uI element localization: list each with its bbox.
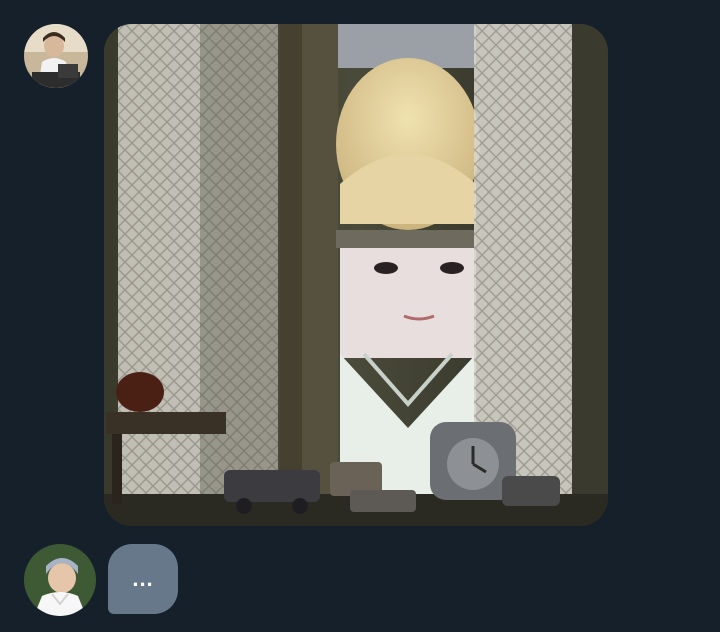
image-message[interactable] <box>104 24 608 526</box>
typing-indicator-bubble: ... <box>108 544 178 614</box>
user-avatar-icon <box>24 544 96 616</box>
window-peek-photo <box>104 24 608 526</box>
sender-avatar[interactable] <box>24 24 88 88</box>
typing-user-avatar[interactable] <box>24 544 96 616</box>
typing-indicator-dots: ... <box>132 566 154 591</box>
user-avatar-icon <box>24 24 88 88</box>
